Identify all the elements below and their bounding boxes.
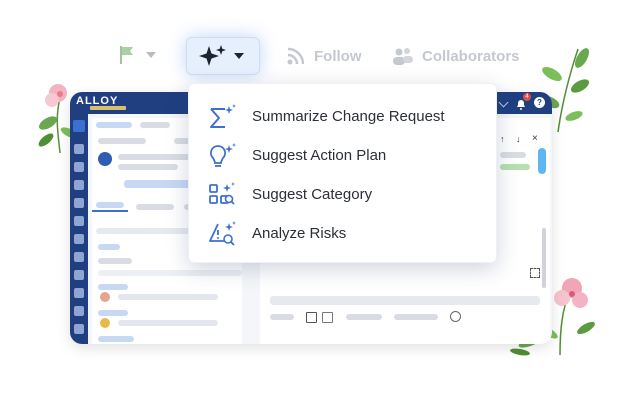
flag-icon	[120, 46, 133, 64]
chevron-down-icon[interactable]	[498, 97, 509, 108]
chevron-up-icon[interactable]: ↑	[500, 134, 508, 144]
menu-item-label: Suggest Category	[252, 186, 373, 203]
menu-item-suggest-action-plan[interactable]: Suggest Action Plan	[189, 138, 496, 174]
add-button[interactable]	[98, 138, 146, 144]
refresh-icon[interactable]	[450, 311, 461, 322]
status-badge	[124, 180, 194, 188]
filter-control[interactable]	[346, 314, 382, 320]
field-value[interactable]	[118, 294, 218, 300]
collaborators-icon	[393, 48, 413, 65]
collaborators-label: Collaborators	[422, 47, 520, 65]
view-grid-icon[interactable]	[322, 312, 333, 323]
menu-item-summarize-change-request[interactable]: Summarize Change Request	[189, 99, 496, 135]
sidebar-item-cloud[interactable]	[74, 198, 84, 208]
menu-item-suggest-category[interactable]: Suggest Category	[189, 177, 496, 213]
menu-item-label: Analyze Risks	[252, 225, 347, 242]
field-label	[98, 336, 134, 342]
sidebar-item-modules[interactable]	[74, 288, 84, 298]
menu-item-label: Summarize Change Request	[252, 108, 445, 125]
sidebar-item-files[interactable]	[74, 324, 84, 334]
scrollbar[interactable]	[538, 148, 546, 174]
breadcrumb[interactable]	[96, 122, 132, 128]
tab-related[interactable]	[136, 204, 174, 210]
field-value	[500, 152, 526, 158]
flag-dropdown[interactable]	[118, 44, 158, 68]
chevron-down-icon	[146, 52, 156, 58]
follow-label: Follow	[314, 47, 362, 65]
rss-icon	[287, 47, 305, 65]
section-header	[270, 296, 540, 305]
logo-tagline	[90, 106, 126, 110]
follow-button[interactable]: Follow	[286, 42, 362, 70]
lightbulb-sparkle-icon	[210, 143, 236, 167]
sidebar-item-network[interactable]	[74, 234, 84, 244]
tab-details[interactable]	[92, 202, 128, 212]
expand-icon[interactable]	[530, 268, 540, 278]
sidebar-item-settings[interactable]	[74, 180, 84, 190]
field-value[interactable]	[118, 320, 218, 326]
sidebar-item-cart[interactable]	[74, 252, 84, 262]
menu-item-analyze-risks[interactable]: Analyze Risks	[189, 216, 496, 252]
notifications-button[interactable]: 4	[516, 93, 531, 110]
chevron-down-icon	[234, 53, 244, 59]
view-card-icon[interactable]	[306, 312, 317, 323]
field-value	[98, 270, 242, 276]
ai-assist-menu: Summarize Change Request Suggest Action …	[188, 83, 497, 263]
sigma-sparkle-icon	[210, 104, 236, 128]
category-search-icon	[209, 182, 235, 205]
record-subtitle	[118, 164, 178, 170]
field-label	[98, 310, 128, 316]
ai-assist-button[interactable]	[186, 37, 260, 75]
close-icon[interactable]: ×	[532, 133, 540, 144]
field-label	[98, 284, 128, 290]
notification-badge: 4	[523, 93, 531, 101]
warning-search-icon	[209, 221, 236, 246]
breadcrumb[interactable]	[140, 122, 170, 128]
sparkles-icon	[199, 45, 226, 66]
scrollbar[interactable]	[542, 228, 546, 288]
field-label	[98, 244, 120, 250]
help-icon[interactable]: ?	[534, 97, 545, 108]
sidebar-item-monitor[interactable]	[74, 306, 84, 316]
record-toolbar: Follow Collaborators	[100, 30, 530, 82]
sidebar-item-gear[interactable]	[74, 270, 84, 280]
sidebar-item-search[interactable]	[74, 144, 84, 154]
menu-item-label: Suggest Action Plan	[252, 147, 387, 164]
collaborators-button[interactable]: Collaborators	[392, 42, 520, 70]
nav-sidebar	[70, 114, 88, 344]
avatar	[100, 292, 110, 302]
sidebar-item-refresh[interactable]	[74, 216, 84, 226]
status-pill	[500, 164, 530, 170]
chevron-down-icon[interactable]: ↓	[516, 134, 524, 144]
sidebar-item-list[interactable]	[74, 162, 84, 172]
sort-control[interactable]	[394, 314, 438, 320]
page-size-select[interactable]	[270, 314, 294, 320]
avatar	[100, 318, 110, 328]
sidebar-item-folder[interactable]	[73, 120, 85, 132]
field-label	[98, 258, 132, 264]
record-avatar	[98, 152, 112, 166]
